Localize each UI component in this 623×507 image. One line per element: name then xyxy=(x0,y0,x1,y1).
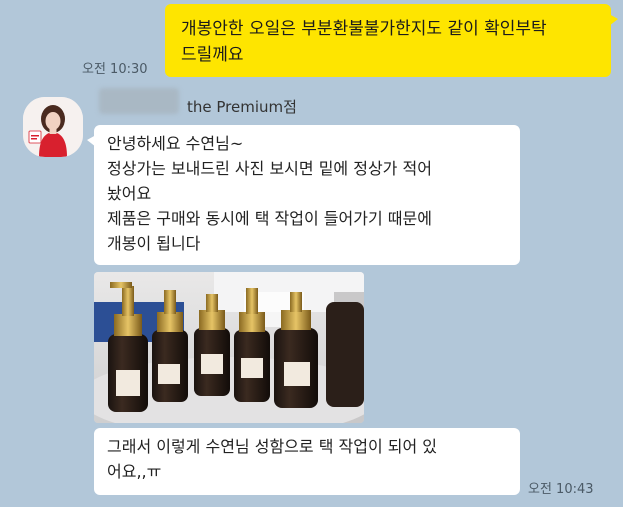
message-line: 어요,,ㅠ xyxy=(107,462,162,481)
product-photo[interactable] xyxy=(94,272,364,423)
sent-message-line: 드릴께요 xyxy=(181,45,244,65)
oil-bottles-image xyxy=(94,272,364,423)
sent-message-bubble[interactable]: 개봉안한 오일은 부분환불불가한지도 같이 확인부탁 드릴께요 xyxy=(165,4,618,77)
received-message-bubble[interactable]: 안녕하세요 수연님~ 정상가는 보내드린 사진 보시면 밑에 정상가 적어 놨어… xyxy=(87,125,520,265)
message-line: 안녕하세요 수연님~ xyxy=(107,134,244,153)
sent-message-line: 개봉안한 오일은 부분환불불가한지도 같이 확인부탁 xyxy=(181,19,547,39)
sender-name: the Premium점 xyxy=(187,98,297,116)
sent-message-time: 오전 10:30 xyxy=(82,62,148,77)
received-message-time: 오전 10:43 xyxy=(528,482,594,497)
message-line: 그래서 이렇게 수연님 성함으로 택 작업이 되어 있 xyxy=(107,437,438,456)
sender-name-redacted xyxy=(99,88,179,114)
message-line: 제품은 구매와 동시에 택 작업이 들어가기 때문에 xyxy=(107,209,432,228)
message-line: 놨어요 xyxy=(107,184,152,203)
received-message-bubble[interactable]: 그래서 이렇게 수연님 성함으로 택 작업이 되어 있 어요,,ㅠ xyxy=(94,428,520,495)
sender-avatar[interactable] xyxy=(23,97,83,157)
avatar-photo-icon xyxy=(23,97,83,157)
message-line: 개봉이 됩니다 xyxy=(107,234,201,253)
message-line: 정상가는 보내드린 사진 보시면 밑에 정상가 적어 xyxy=(107,159,432,178)
